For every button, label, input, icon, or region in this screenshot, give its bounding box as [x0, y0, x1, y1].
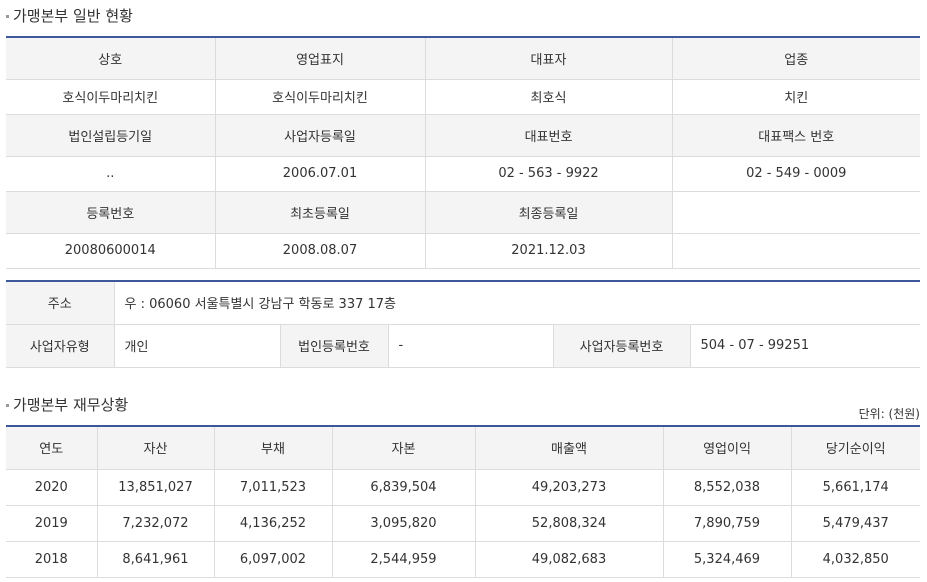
header-last-registration-date: 최종등록일 [425, 191, 673, 234]
table-row: 호식이두마리치킨 호식이두마리치킨 최호식 치킨 [6, 79, 920, 115]
header-ceo: 대표자 [425, 37, 673, 80]
table-row: .. 2006.07.01 02 - 563 - 9922 02 - 549 -… [6, 156, 920, 192]
cell-liabilities: 6,097,002 [214, 541, 333, 578]
bullet-icon [6, 15, 9, 18]
cell-operating-profit: 8,552,038 [663, 469, 792, 506]
cell-equity: 3,095,820 [332, 505, 476, 542]
cell-liabilities: 7,011,523 [214, 469, 333, 506]
table-row: 20080600014 2008.08.07 2021.12.03 [6, 233, 920, 269]
header-registration-number: 등록번호 [6, 191, 216, 234]
table-row: 2019 7,232,072 4,136,252 3,095,820 52,80… [6, 505, 920, 542]
table-row: 주소 우 : 06060 서울특별시 강남구 학동로 337 17층 [6, 281, 921, 325]
table-header-row: 연도 자산 부채 자본 매출액 영업이익 당기순이익 [6, 426, 920, 470]
value-main-fax: 02 - 549 - 0009 [672, 156, 920, 192]
header-address: 주소 [6, 281, 115, 325]
header-incorporation-date: 법인설립등기일 [6, 114, 216, 157]
cell-equity: 2,544,959 [332, 541, 476, 578]
cell-assets: 8,641,961 [97, 541, 215, 578]
cell-net-income: 5,479,437 [791, 505, 920, 542]
value-business-type: 개인 [114, 324, 281, 368]
value-first-registration-date: 2008.08.07 [215, 233, 426, 269]
cell-revenue: 49,203,273 [475, 469, 664, 506]
value-empty-cell [672, 233, 920, 269]
cell-assets: 7,232,072 [97, 505, 215, 542]
finance-section-title: 가맹본부 재무상황 [6, 394, 128, 415]
table-row: 상호 영업표지 대표자 업종 [6, 37, 920, 80]
cell-operating-profit: 7,890,759 [663, 505, 792, 542]
bullet-icon [6, 404, 9, 407]
value-registration-number: 20080600014 [6, 233, 216, 269]
cell-year: 2020 [6, 469, 98, 506]
header-industry: 업종 [672, 37, 920, 80]
cell-liabilities: 4,136,252 [214, 505, 333, 542]
header-net-income: 당기순이익 [791, 426, 920, 470]
finance-table: 연도 자산 부채 자본 매출액 영업이익 당기순이익 2020 13,851,0… [6, 425, 920, 578]
cell-year: 2018 [6, 541, 98, 578]
header-operating-profit: 영업이익 [663, 426, 792, 470]
value-incorporation-date: .. [6, 156, 216, 192]
cell-assets: 13,851,027 [97, 469, 215, 506]
header-business-type: 사업자유형 [6, 324, 115, 368]
table-row: 2020 13,851,027 7,011,523 6,839,504 49,2… [6, 469, 920, 506]
cell-revenue: 49,082,683 [475, 541, 664, 578]
value-ceo: 최호식 [425, 79, 673, 115]
header-business-reg-number: 사업자등록번호 [553, 324, 691, 368]
finance-title-text: 가맹본부 재무상황 [13, 396, 129, 414]
value-main-phone: 02 - 563 - 9922 [425, 156, 673, 192]
cell-net-income: 4,032,850 [791, 541, 920, 578]
header-main-fax: 대표팩스 번호 [672, 114, 920, 157]
header-corporate-reg-number: 법인등록번호 [280, 324, 389, 368]
value-company-name: 호식이두마리치킨 [6, 79, 216, 115]
cell-operating-profit: 5,324,469 [663, 541, 792, 578]
value-corporate-reg-number: - [388, 324, 554, 368]
table-row: 법인설립등기일 사업자등록일 대표번호 대표팩스 번호 [6, 114, 920, 157]
header-first-registration-date: 최초등록일 [215, 191, 426, 234]
general-info-table: 상호 영업표지 대표자 업종 호식이두마리치킨 호식이두마리치킨 최호식 치킨 … [6, 36, 920, 269]
value-address: 우 : 06060 서울특별시 강남구 학동로 337 17층 [114, 281, 921, 325]
value-brand: 호식이두마리치킨 [215, 79, 426, 115]
header-assets: 자산 [97, 426, 215, 470]
header-main-phone: 대표번호 [425, 114, 673, 157]
general-title-text: 가맹본부 일반 현황 [13, 7, 133, 25]
table-row: 사업자유형 개인 법인등록번호 - 사업자등록번호 504 - 07 - 992… [6, 324, 921, 368]
cell-net-income: 5,661,174 [791, 469, 920, 506]
header-liabilities: 부채 [214, 426, 333, 470]
header-year: 연도 [6, 426, 98, 470]
address-table: 주소 우 : 06060 서울특별시 강남구 학동로 337 17층 사업자유형… [6, 280, 921, 368]
header-empty-cell [672, 191, 920, 234]
value-business-reg-number: 504 - 07 - 99251 [690, 324, 921, 368]
header-brand: 영업표지 [215, 37, 426, 80]
table-row: 등록번호 최초등록일 최종등록일 [6, 191, 920, 234]
value-business-reg-date: 2006.07.01 [215, 156, 426, 192]
general-section-title: 가맹본부 일반 현황 [6, 5, 133, 26]
header-revenue: 매출액 [475, 426, 664, 470]
header-equity: 자본 [332, 426, 476, 470]
cell-year: 2019 [6, 505, 98, 542]
value-industry: 치킨 [672, 79, 920, 115]
table-row: 2018 8,641,961 6,097,002 2,544,959 49,08… [6, 541, 920, 578]
unit-label: 단위: (천원) [858, 407, 920, 421]
cell-revenue: 52,808,324 [475, 505, 664, 542]
header-company-name: 상호 [6, 37, 216, 80]
cell-equity: 6,839,504 [332, 469, 476, 506]
header-business-reg-date: 사업자등록일 [215, 114, 426, 157]
value-last-registration-date: 2021.12.03 [425, 233, 673, 269]
